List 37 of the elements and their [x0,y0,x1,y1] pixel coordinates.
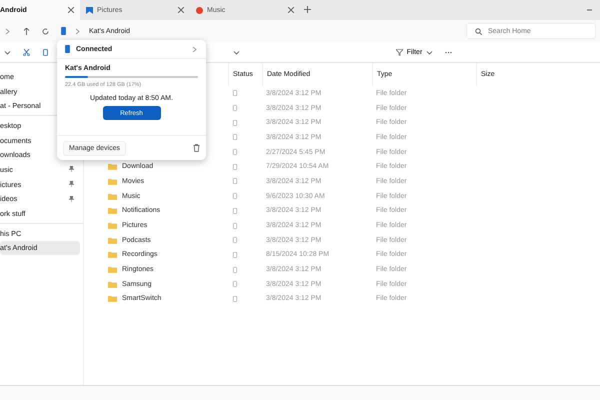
sync-status-icon [233,193,237,200]
dropdown-icon[interactable] [4,48,11,56]
phone-icon [61,27,66,35]
new-tab-icon[interactable] [304,6,311,13]
close-icon[interactable] [288,7,294,13]
trash-icon[interactable] [193,144,200,152]
copy-icon[interactable] [42,48,49,56]
refresh-icon[interactable] [42,28,49,34]
chevron-icon [74,28,81,34]
up-icon[interactable] [23,28,30,34]
sync-status-icon [233,222,237,229]
sync-status-icon [233,266,237,273]
close-icon[interactable] [178,7,184,13]
phone-icon [65,45,70,53]
search-icon [475,28,482,34]
sync-status-icon [233,105,237,112]
filter-icon [396,48,403,56]
minimize-icon[interactable] [587,7,592,13]
sync-status-icon [233,178,237,184]
pictures-icon [86,6,93,14]
dropdown-icon[interactable] [233,48,240,56]
sync-status-icon [233,120,237,126]
caret-icon [426,48,434,56]
sync-status-icon [233,281,237,288]
close-icon[interactable] [68,7,74,13]
sync-status-icon [233,164,237,170]
forward-icon[interactable] [4,28,11,34]
sync-status-icon [233,90,237,96]
sync-status-icon [233,252,237,258]
sync-status-icon [233,208,237,214]
chevron-icon[interactable] [191,46,198,52]
sync-status-icon [233,296,237,302]
sync-status-icon [233,134,237,140]
sync-status-icon [233,149,237,156]
sync-status-icon [233,237,237,244]
music-icon [196,6,203,14]
cut-icon[interactable] [23,48,30,56]
